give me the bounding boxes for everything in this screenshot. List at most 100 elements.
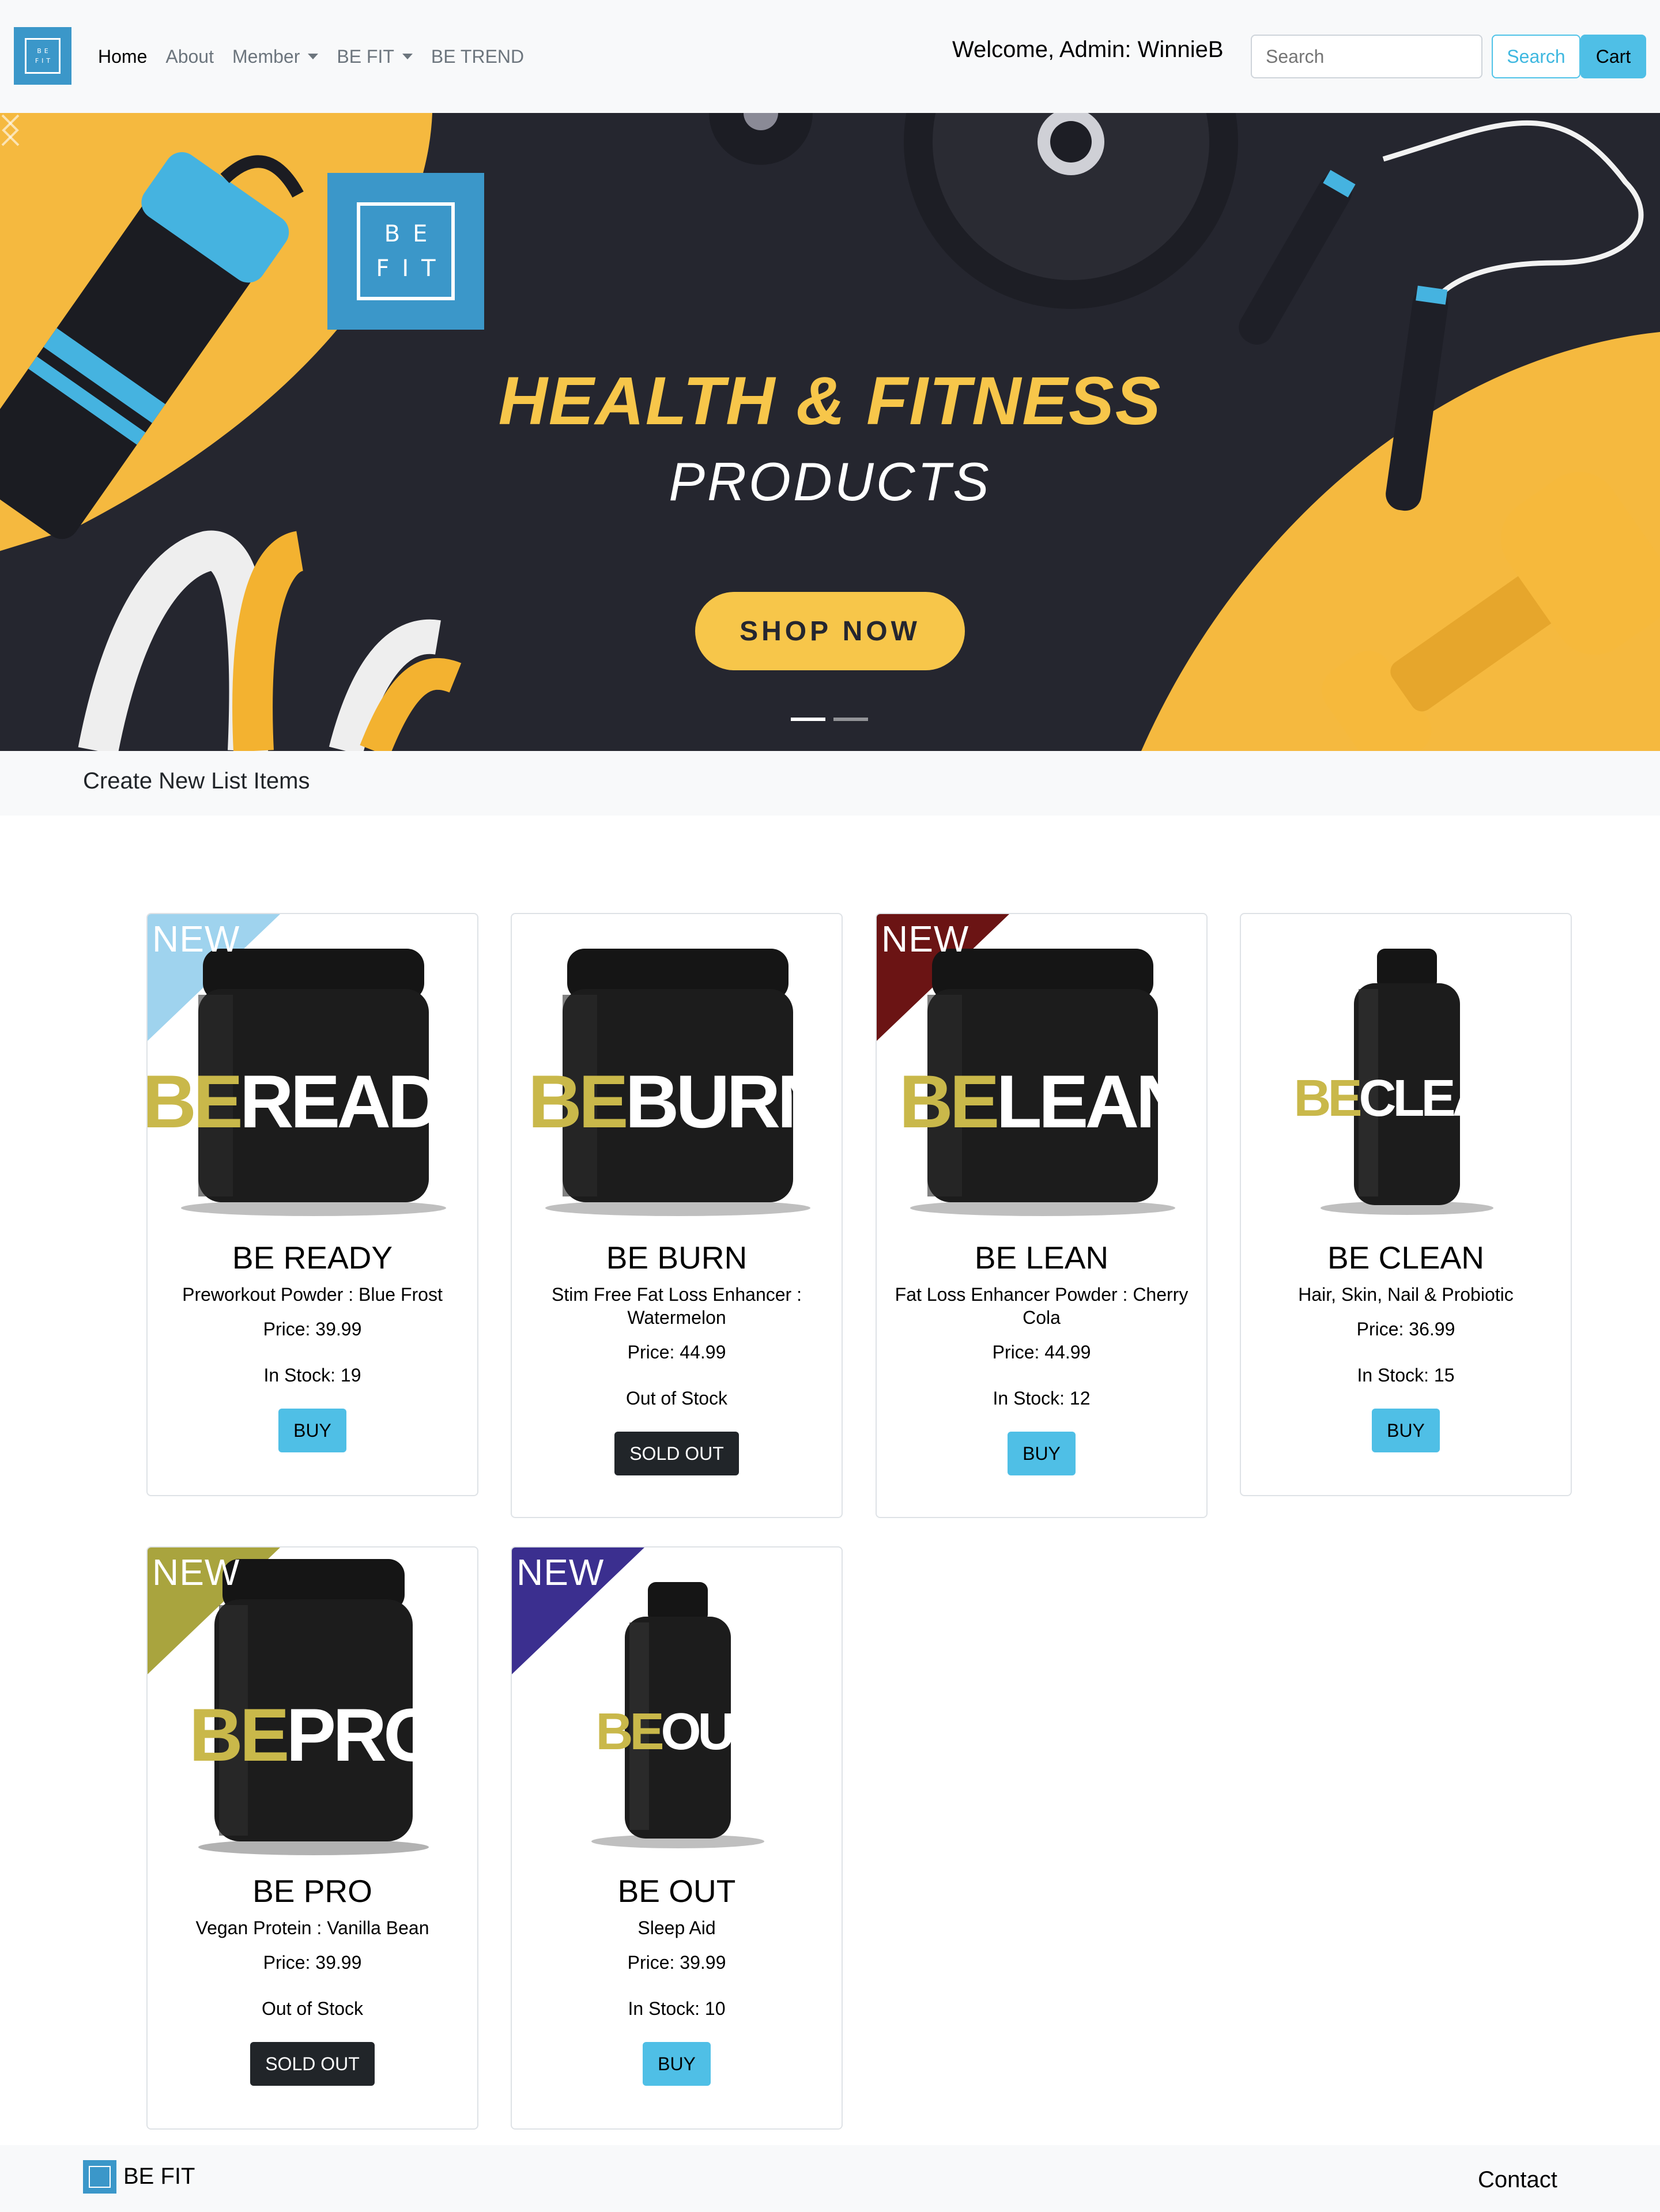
brand-logo-line2: FIT [35, 57, 54, 65]
product-card: BEREADY NEW BE READY Preworkout Powder :… [146, 913, 478, 1496]
carousel-indicator-1[interactable] [791, 718, 825, 721]
product-name: BE PRO [252, 1873, 372, 1909]
product-stock: Out of Stock [261, 1998, 364, 2019]
nav-befit-label: BE FIT [337, 46, 394, 67]
product-price: Price: 44.99 [627, 1342, 726, 1362]
hero-title: HEALTH & FITNESS [498, 363, 1162, 439]
navbar: BE FIT Home About Member BE FIT BE TREND… [0, 0, 1660, 113]
nav-member-label: Member [232, 46, 300, 67]
buy-button[interactable]: BUY [1008, 1432, 1076, 1475]
hero-logo-mark: BE FIT [357, 202, 455, 300]
shop-now-button[interactable]: SHOP NOW [695, 592, 965, 670]
product-stock: In Stock: 10 [628, 1998, 726, 2019]
hero-logo: BE FIT [327, 173, 484, 330]
nav-betrend[interactable]: BE TREND [431, 46, 524, 67]
svg-text:BEPRO: BEPRO [189, 1693, 439, 1777]
product-image[interactable]: BELEAN NEW [877, 914, 1206, 1237]
sold-out-button[interactable]: SOLD OUT [614, 1432, 739, 1475]
buy-button[interactable]: BUY [278, 1409, 346, 1452]
product-jar-graphic: BEREADY [148, 914, 478, 1216]
buy-button[interactable]: BUY [1372, 1409, 1440, 1452]
product-card-body: BE CLEAN Hair, Skin, Nail & Probiotic Pr… [1241, 1237, 1571, 1472]
svg-text:BECLEAN: BECLEAN [1293, 1070, 1520, 1127]
product-stock: In Stock: 19 [263, 1365, 361, 1386]
main-nav: Home About Member BE FIT BE TREND [98, 0, 524, 113]
product-description: Stim Free Fat Loss Enhancer : Watermelon [552, 1284, 802, 1328]
product-image[interactable]: BECLEAN [1241, 914, 1571, 1237]
product-name: BE CLEAN [1327, 1240, 1485, 1275]
jar-label-rest: PRO [286, 1693, 439, 1777]
jar-label-rest: BURN [625, 1059, 828, 1143]
product-price: Price: 44.99 [992, 1342, 1091, 1362]
search-input[interactable] [1251, 35, 1482, 78]
product-name: BE BURN [606, 1240, 748, 1275]
product-jar-graphic: BEOUT [512, 1547, 767, 1848]
footer-logo-mark [89, 2166, 111, 2188]
sold-out-button[interactable]: SOLD OUT [250, 2042, 375, 2086]
brand-logo[interactable]: BE FIT [14, 27, 71, 85]
jar-label-be: BE [148, 1059, 240, 1143]
hero-subtitle: PRODUCTS [669, 451, 991, 512]
nav-befit-dropdown[interactable]: BE FIT [337, 46, 413, 67]
product-name: BE OUT [617, 1873, 736, 1909]
product-jar-graphic: BELEAN [877, 914, 1190, 1216]
jar-label-rest: READY [240, 1059, 478, 1143]
product-description: Hair, Skin, Nail & Probiotic [1298, 1284, 1514, 1305]
nav-about[interactable]: About [165, 46, 214, 67]
new-badge: NEW [516, 1552, 605, 1593]
product-card-body: BE OUT Sleep Aid Price: 39.99 In Stock: … [512, 1870, 842, 2105]
brand-logo-mark: BE FIT [25, 38, 61, 74]
welcome-text: Welcome, Admin: WinnieB [952, 37, 1224, 62]
hero-carousel: BE FIT HEALTH & FITNESS PRODUCTS SHOP NO… [0, 113, 1660, 751]
jar-label-be: BE [1293, 1070, 1360, 1127]
product-stock: Out of Stock [625, 1388, 728, 1409]
new-badge: NEW [881, 918, 969, 960]
footer-brand[interactable]: BE FIT [123, 2164, 195, 2190]
product-description: Fat Loss Enhancer Powder : Cherry Cola [895, 1284, 1189, 1328]
product-jar-graphic: BEBURN [528, 949, 831, 1216]
product-description: Vegan Protein : Vanilla Bean [195, 1917, 429, 1938]
jar-label-be: BE [595, 1703, 662, 1761]
product-card-body: BE PRO Vegan Protein : Vanilla Bean Pric… [148, 1870, 477, 2105]
product-card: BEBURN BE BURN Stim Free Fat Loss Enhanc… [511, 913, 843, 1518]
jar-label-be: BE [189, 1693, 287, 1777]
jar-label-rest: LEAN [996, 1059, 1186, 1143]
carousel-indicator-2[interactable] [833, 718, 868, 721]
admin-bar: Create New List Items [0, 751, 1660, 816]
product-card-body: BE BURN Stim Free Fat Loss Enhancer : Wa… [512, 1237, 842, 1495]
product-jar-graphic: BECLEAN [1293, 949, 1524, 1215]
nav-home[interactable]: Home [98, 46, 147, 67]
new-badge: NEW [152, 1552, 240, 1593]
product-card: BELEAN NEW BE LEAN Fat Loss Enhancer Pow… [876, 913, 1208, 1518]
footer-contact-link[interactable]: Contact [1478, 2167, 1557, 2193]
product-image[interactable]: BEBURN [512, 914, 842, 1237]
product-card: BEPRO NEW BE PRO Vegan Protein : Vanilla… [146, 1546, 478, 2130]
svg-text:BEOUT: BEOUT [595, 1703, 763, 1761]
product-stock: In Stock: 15 [1357, 1365, 1455, 1386]
product-jar-graphic: BEPRO [148, 1547, 442, 1855]
carousel-next-icon[interactable] [0, 113, 21, 148]
footer-logo[interactable] [83, 2160, 116, 2194]
jar-label-be: BE [899, 1059, 997, 1143]
product-price: Price: 39.99 [627, 1952, 726, 1973]
product-image[interactable]: BEOUT NEW [512, 1547, 842, 1870]
product-image[interactable]: BEREADY NEW [148, 914, 477, 1237]
create-list-items-link[interactable]: Create New List Items [83, 768, 310, 794]
search-button[interactable]: Search [1492, 35, 1580, 78]
product-image[interactable]: BEPRO NEW [148, 1547, 477, 1870]
product-card: BEOUT NEW BE OUT Sleep Aid Price: 39.99 … [511, 1546, 843, 2130]
product-price: Price: 39.99 [263, 1952, 362, 1973]
cart-button[interactable]: Cart [1580, 35, 1646, 78]
svg-text:BEBURN: BEBURN [528, 1059, 828, 1143]
product-price: Price: 36.99 [1356, 1319, 1455, 1339]
nav-member-dropdown[interactable]: Member [232, 46, 318, 67]
product-name: BE LEAN [974, 1240, 1109, 1275]
new-badge: NEW [152, 918, 240, 960]
buy-button[interactable]: BUY [643, 2042, 711, 2086]
hero-logo-line2: FIT [376, 255, 448, 282]
jar-label-be: BE [528, 1059, 626, 1143]
footer: BE FIT Contact [0, 2145, 1660, 2212]
carousel-indicators [791, 718, 868, 721]
svg-text:BEREADY: BEREADY [148, 1059, 478, 1143]
product-name: BE READY [232, 1240, 393, 1275]
